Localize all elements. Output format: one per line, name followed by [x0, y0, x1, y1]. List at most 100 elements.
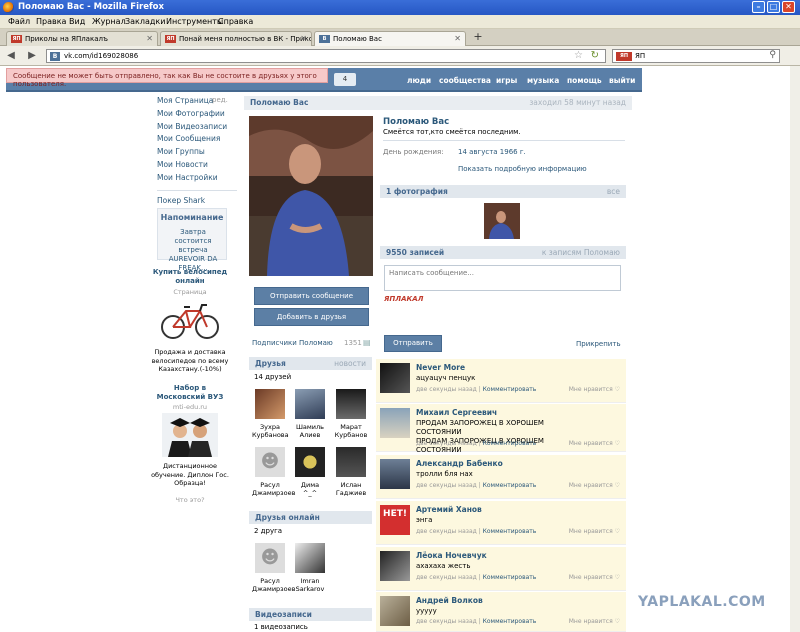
- tab-close-icon[interactable]: ✕: [454, 34, 461, 43]
- post-like-button[interactable]: Мне нравится ♡: [569, 386, 620, 393]
- ads-what-link[interactable]: Что это?: [150, 496, 230, 504]
- to-posts-link[interactable]: к записям Поломаю: [542, 248, 620, 257]
- post-like-button[interactable]: Мне нравится ♡: [569, 482, 620, 489]
- close-button[interactable]: ✕: [782, 1, 795, 13]
- window-title: Поломаю Вас - Mozilla Firefox: [18, 2, 165, 12]
- post-author[interactable]: Александр Бабенко: [416, 459, 503, 468]
- post-author[interactable]: Never More: [416, 363, 465, 372]
- photo-thumbnail[interactable]: [484, 203, 520, 239]
- menu-my-messages[interactable]: Мои Сообщения: [157, 134, 237, 147]
- videos-header[interactable]: Видеозаписи: [249, 608, 372, 621]
- post-like-button[interactable]: Мне нравится ♡: [569, 618, 620, 625]
- friend-online-item[interactable]: ☻ Расул Джамирзоев: [252, 543, 295, 593]
- maximize-button[interactable]: □: [767, 1, 780, 13]
- friend-item[interactable]: Ислан Гаджиев: [333, 447, 369, 497]
- friend-item[interactable]: Зухра Курбанова: [252, 389, 289, 439]
- menu-view[interactable]: Вид: [69, 17, 85, 26]
- tab-yaplakal-1[interactable]: ЯП Приколы на ЯПлакалъ ✕: [6, 31, 158, 46]
- ad-bike-desc[interactable]: Продажа и доставка велосипедов по всему …: [150, 348, 230, 374]
- post-author-avatar[interactable]: [380, 363, 410, 393]
- tab-vk-profile[interactable]: В Поломаю Вас ✕: [314, 31, 466, 46]
- profile-status[interactable]: Смеётся тот,кто смеётся последним.: [383, 128, 521, 136]
- menu-my-groups[interactable]: Мои Группы: [157, 147, 237, 160]
- ad-university-desc[interactable]: Дистанционное обучение. Диплон Гос. Обра…: [150, 462, 230, 488]
- tab-yaplakal-2[interactable]: ЯП Понай меня полностью в ВК - Приколы..…: [160, 31, 312, 46]
- attached-image-logo[interactable]: ЯПЛАКАЛ: [384, 295, 432, 310]
- new-tab-button[interactable]: +: [470, 31, 486, 45]
- nav-games[interactable]: игры: [496, 76, 517, 85]
- reminder-box[interactable]: Напоминание Завтра состоится встреча AUR…: [157, 208, 227, 272]
- post-author[interactable]: Андрей Волков: [416, 596, 483, 605]
- photos-header[interactable]: 1 фотография все: [380, 185, 626, 198]
- bicycle-image[interactable]: [160, 297, 220, 341]
- nav-logout[interactable]: выйти: [609, 76, 635, 85]
- menu-file[interactable]: Файл: [8, 17, 30, 26]
- photos-all-link[interactable]: все: [607, 187, 620, 196]
- menu-my-page[interactable]: Моя Страница ред.: [157, 96, 237, 109]
- post-author-avatar[interactable]: НЕТ!: [380, 505, 410, 535]
- reload-icon[interactable]: ↻: [591, 50, 599, 61]
- ad-university-sub[interactable]: mti-edu.ru: [150, 403, 230, 411]
- subscribers-icon[interactable]: ▤: [363, 338, 371, 347]
- nav-communities[interactable]: сообщества: [439, 76, 491, 85]
- subscribers-link[interactable]: Подписчики Поломаю: [252, 339, 333, 347]
- back-arrow-icon[interactable]: ◀: [5, 50, 17, 62]
- friend-item[interactable]: Шамиль Алиев: [292, 389, 328, 439]
- menu-edit[interactable]: Правка: [36, 17, 66, 26]
- post-like-button[interactable]: Мне нравится ♡: [569, 528, 620, 535]
- nav-music[interactable]: музыка: [527, 76, 559, 85]
- bookmark-star-icon[interactable]: ☆: [574, 50, 583, 61]
- post-author-avatar[interactable]: [380, 596, 410, 626]
- show-more-info-link[interactable]: Показать подробную информацию: [458, 165, 587, 173]
- post-author-avatar[interactable]: [380, 459, 410, 489]
- send-message-button[interactable]: Отправить сообщение: [254, 287, 369, 305]
- post-like-button[interactable]: Мне нравится ♡: [569, 440, 620, 447]
- friend-item[interactable]: ☻ Расул Джамирзоев: [252, 447, 295, 497]
- menu-help[interactable]: Справка: [218, 17, 253, 26]
- edit-link[interactable]: ред.: [212, 96, 228, 104]
- menu-my-videos[interactable]: Мои Видеозаписи: [157, 122, 237, 135]
- friend-item[interactable]: Марат Курбанов: [333, 389, 369, 439]
- notification-count[interactable]: 4: [334, 73, 356, 86]
- search-engine-icon[interactable]: ЯП: [616, 52, 632, 61]
- post-author[interactable]: Лёока Ночевчук: [416, 551, 487, 560]
- menu-poker-shark[interactable]: Покер Shark: [157, 196, 237, 209]
- graduates-image[interactable]: [162, 413, 218, 457]
- menu-my-photos[interactable]: Мои Фотографии: [157, 109, 237, 122]
- menu-my-settings[interactable]: Мои Настройки: [157, 173, 237, 186]
- post-author-avatar[interactable]: [380, 408, 410, 438]
- post-like-button[interactable]: Мне нравится ♡: [569, 574, 620, 581]
- forward-arrow-icon[interactable]: ▶: [26, 50, 38, 62]
- menu-bookmarks[interactable]: Закладки: [125, 17, 165, 26]
- wall-post-input[interactable]: Написать сообщение...: [384, 265, 621, 291]
- tab-close-icon[interactable]: ✕: [300, 34, 307, 43]
- friends-online-header[interactable]: Друзья онлайн: [249, 511, 372, 524]
- profile-photo[interactable]: [249, 116, 373, 276]
- friends-news-link[interactable]: новости: [334, 359, 366, 368]
- page-scrollbar[interactable]: [790, 66, 800, 632]
- friends-header[interactable]: Друзья новости: [249, 357, 372, 370]
- minimize-button[interactable]: –: [752, 1, 765, 13]
- post-author-avatar[interactable]: [380, 551, 410, 581]
- friend-online-item[interactable]: Imran Sarkarov: [292, 543, 328, 593]
- ad-university-title[interactable]: Набор в Московский ВУЗ: [150, 384, 230, 402]
- url-bar[interactable]: B vk.com/id169028086 ☆ ↻: [46, 49, 606, 63]
- friend-item[interactable]: Дима ^_^: [292, 447, 328, 497]
- post-author[interactable]: Михаил Сергеевич: [416, 408, 497, 417]
- tab-close-icon[interactable]: ✕: [146, 34, 153, 43]
- add-friend-button[interactable]: Добавить в друзья: [254, 308, 369, 326]
- ad-bike-title[interactable]: Купить велосипед онлайн: [150, 268, 230, 286]
- wall-header[interactable]: 9550 записей к записям Поломаю: [380, 246, 626, 259]
- menu-my-news[interactable]: Мои Новости: [157, 160, 237, 173]
- nav-people[interactable]: люди: [407, 76, 431, 85]
- wall-attach-link[interactable]: Прикрепить: [576, 340, 621, 348]
- menu-tools[interactable]: Инструменты: [166, 17, 223, 26]
- search-icon[interactable]: ⚲: [769, 50, 776, 60]
- post-author[interactable]: Артемий Ханов: [416, 505, 482, 514]
- wall-send-button[interactable]: Отправить: [384, 335, 442, 352]
- ad-bike-sub[interactable]: Страница: [150, 288, 230, 296]
- nav-help[interactable]: помощь: [567, 76, 602, 85]
- birthday-value[interactable]: 14 августа 1966 г.: [458, 148, 526, 156]
- menu-history[interactable]: Журнал: [92, 17, 126, 26]
- search-box[interactable]: ЯП ЯП ⚲: [612, 49, 780, 63]
